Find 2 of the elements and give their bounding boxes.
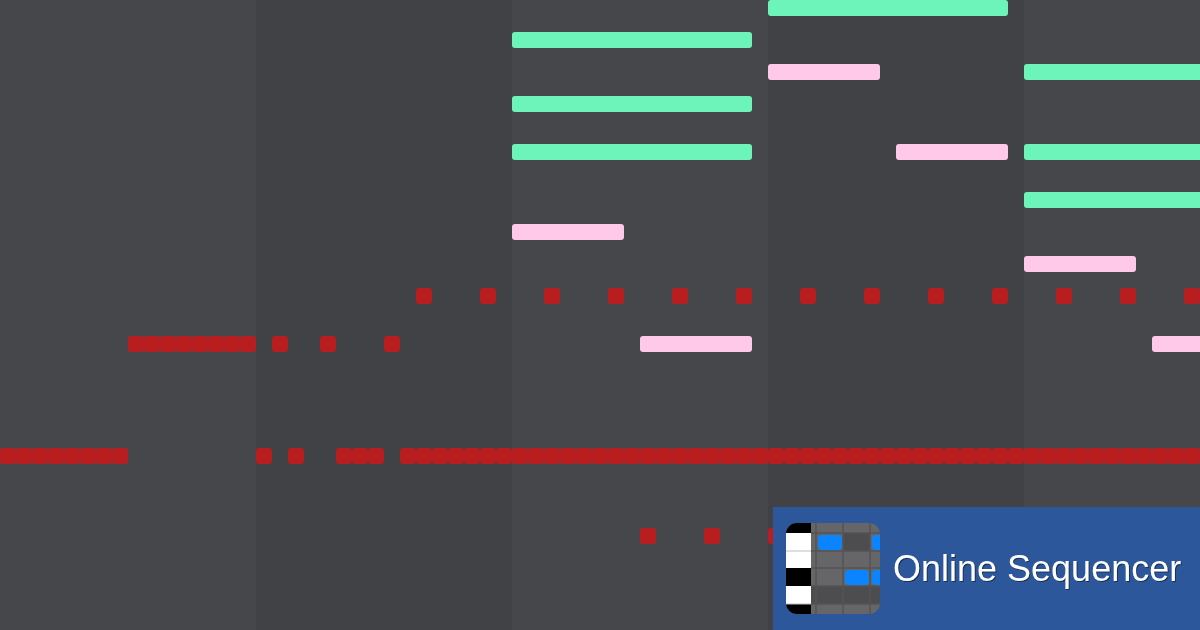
piano-roll-icon	[786, 523, 880, 614]
site-title: Online Sequencer	[893, 550, 1182, 587]
